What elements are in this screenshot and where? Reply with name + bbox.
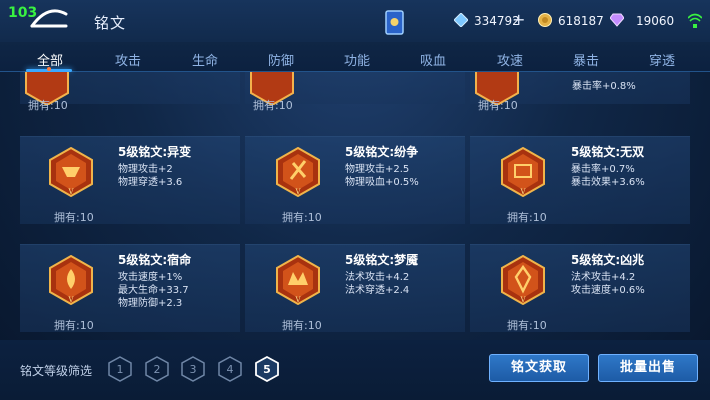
tab-lifesteal[interactable]: 吸血	[403, 50, 463, 69]
rune-card-wushuang[interactable]: V 5级铭文:无双 暴击率+0.7% 暴击效果+3.6% 拥有:10	[470, 136, 690, 224]
fps-counter: 103	[8, 5, 38, 21]
rune-emblem-icon: V	[500, 254, 546, 306]
bulk-sell-button[interactable]: 批量出售	[598, 354, 698, 382]
rune-emblem-icon: V	[275, 254, 321, 306]
svg-text:V: V	[519, 188, 526, 196]
signal-icon	[688, 13, 702, 28]
level-filter-4-label: 4	[227, 363, 234, 376]
level-filter-1[interactable]: 1	[108, 356, 132, 382]
rune-stat: 法术穿透+2.4	[345, 285, 410, 296]
top-bar: 铭文 334792 + 618187 19060	[0, 0, 710, 42]
rune-obtain-button[interactable]: 铭文获取	[489, 354, 589, 382]
rune-stat: 暴击率+0.8%	[572, 81, 636, 92]
rune-emblem-icon: V	[500, 146, 546, 198]
level-filter-4[interactable]: 4	[218, 356, 242, 382]
rune-card-yibian[interactable]: V 5级铭文:异变 物理攻击+2 物理穿透+3.6 拥有:10	[20, 136, 240, 224]
crystal-icon	[610, 13, 624, 27]
rune-emblem-icon: V	[275, 146, 321, 198]
rune-grid[interactable]: 拥有:10 拥有:10 暴击率+0.8% 拥有:10 V 5级铭文:异变 物理攻…	[0, 72, 710, 340]
rune-card-partial[interactable]: 拥有:10	[245, 72, 465, 112]
svg-text:V: V	[519, 296, 526, 304]
rune-card-mengyan[interactable]: V 5级铭文:梦魇 法术攻击+4.2 法术穿透+2.4 拥有:10	[245, 244, 465, 332]
owned-count: 拥有:10	[478, 99, 518, 112]
level-filter-1-label: 1	[117, 363, 124, 376]
tab-attack-speed[interactable]: 攻速	[480, 50, 540, 69]
rune-stat: 物理吸血+0.5%	[345, 177, 419, 188]
rune-card-xiongzhao[interactable]: V 5级铭文:凶兆 法术攻击+4.2 攻击速度+0.6% 拥有:10	[470, 244, 690, 332]
level-filter-2-label: 2	[154, 363, 161, 376]
bottom-bar: 铭文等级筛选 1 2 3 4 5 铭文获取 批量出售	[0, 340, 710, 400]
svg-text:V: V	[294, 296, 301, 304]
diamond-icon	[454, 13, 468, 27]
owned-count: 拥有:10	[282, 211, 322, 224]
rune-card-icon[interactable]	[384, 8, 406, 36]
owned-count: 拥有:10	[507, 211, 547, 224]
level-filter-label: 铭文等级筛选	[20, 364, 93, 378]
rune-name: 5级铭文:异变	[118, 145, 192, 159]
level-filter-5-label: 5	[263, 363, 271, 376]
rune-stat: 攻击速度+0.6%	[571, 285, 645, 296]
add-diamond-button[interactable]: +	[512, 10, 525, 29]
level-filter-5[interactable]: 5	[255, 356, 279, 382]
owned-count: 拥有:10	[282, 319, 322, 332]
page-title: 铭文	[94, 14, 127, 32]
rune-name: 5级铭文:梦魇	[345, 253, 419, 267]
owned-count: 拥有:10	[54, 319, 94, 332]
tab-critical[interactable]: 暴击	[556, 50, 616, 69]
rune-card-partial[interactable]: 拥有:10	[20, 72, 240, 112]
tab-penetration[interactable]: 穿透	[632, 50, 692, 69]
svg-text:V: V	[67, 188, 74, 196]
rune-name: 5级铭文:凶兆	[571, 253, 645, 267]
gold-coin-icon	[538, 13, 552, 27]
rune-stat: 暴击效果+3.6%	[571, 177, 645, 188]
rune-emblem-icon: V	[48, 254, 94, 306]
owned-count: 拥有:10	[54, 211, 94, 224]
rune-stat: 物理防御+2.3	[118, 298, 183, 309]
tab-all[interactable]: 全部	[20, 50, 80, 69]
level-filter-3[interactable]: 3	[181, 356, 205, 382]
tab-health[interactable]: 生命	[175, 50, 235, 69]
rune-emblem-icon: V	[48, 146, 94, 198]
new-item-dot	[47, 67, 51, 71]
level-filter-2[interactable]: 2	[145, 356, 169, 382]
rune-name: 5级铭文:纷争	[345, 145, 419, 159]
rune-stat: 物理穿透+3.6	[118, 177, 183, 188]
owned-count: 拥有:10	[253, 99, 293, 112]
tab-utility[interactable]: 功能	[327, 50, 387, 69]
owned-count: 拥有:10	[28, 99, 68, 112]
rune-card-partial[interactable]: 暴击率+0.8% 拥有:10	[470, 72, 690, 112]
svg-text:V: V	[67, 296, 74, 304]
tab-defense[interactable]: 防御	[251, 50, 311, 69]
rune-name: 5级铭文:无双	[571, 145, 645, 159]
rune-name: 5级铭文:宿命	[118, 253, 192, 267]
owned-count: 拥有:10	[507, 319, 547, 332]
svg-text:V: V	[294, 188, 301, 196]
tab-bar: 全部 攻击 生命 防御 功能 吸血 攻速 暴击 穿透	[0, 42, 710, 72]
tab-attack[interactable]: 攻击	[98, 50, 158, 69]
rune-card-fenzheng[interactable]: V 5级铭文:纷争 物理攻击+2.5 物理吸血+0.5% 拥有:10	[245, 136, 465, 224]
rune-card-suming[interactable]: V 5级铭文:宿命 攻击速度+1% 最大生命+33.7 物理防御+2.3 拥有:…	[20, 244, 240, 332]
level-filter-3-label: 3	[190, 363, 197, 376]
